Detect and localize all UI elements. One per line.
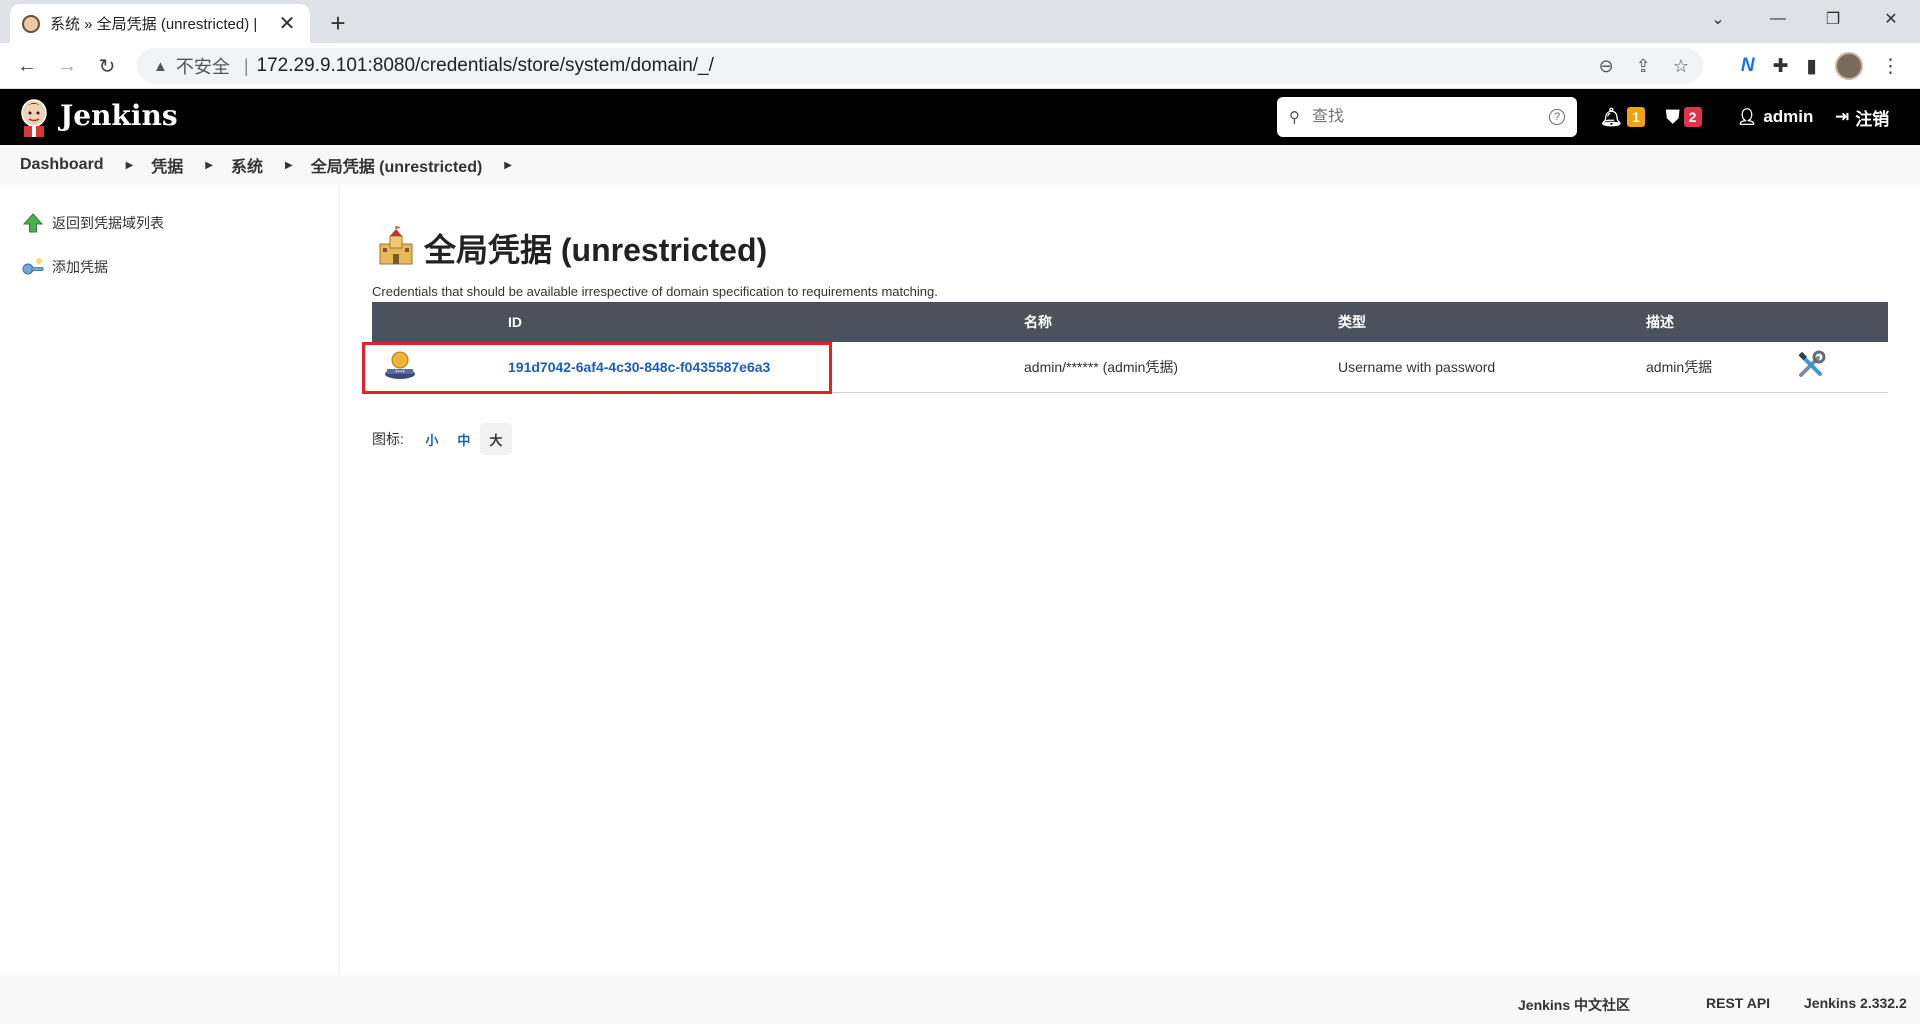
back-button[interactable]: ← (12, 51, 42, 81)
restore-window-button[interactable]: ❐ (1808, 0, 1858, 38)
tab-title: 系统 » 全局凭据 (unrestricted) | (50, 16, 258, 33)
insecure-label: 不安全 (175, 57, 230, 77)
table-header-description: 描述 (1646, 302, 1796, 342)
search-icon: ⚲ (1289, 109, 1300, 126)
table-header-type: 类型 (1338, 302, 1646, 342)
icon-size-label: 图标: (372, 431, 404, 447)
footer-version-link[interactable]: Jenkins 2.332.2 (1804, 995, 1907, 1011)
credential-actions-cell (1796, 342, 1888, 393)
jenkins-header: Jenkins ⚲ ? 🔔︎ 1 ⛊ 2 👤︎ admin ⇥ 注销 (0, 89, 1920, 145)
breadcrumb-dashboard[interactable]: Dashboard (20, 156, 104, 174)
page-footer: Jenkins 中文社区 REST API Jenkins 2.332.2 (0, 975, 1920, 1024)
logout-label: 注销 (1855, 109, 1890, 129)
share-icon[interactable]: ⇪ (1636, 56, 1651, 77)
url-text[interactable]: 172.29.9.101:8080/credentials/store/syst… (257, 55, 714, 77)
jenkins-favicon-icon (22, 14, 40, 33)
footer-rest-api-link[interactable]: REST API (1706, 995, 1770, 1011)
sidebar-item-add-credentials[interactable]: 添加凭据 (22, 255, 108, 279)
user-menu[interactable]: 👤︎ admin (1737, 105, 1813, 129)
breadcrumb-chevron-icon[interactable]: ▶ (205, 160, 213, 171)
side-panel-icon[interactable]: ▮ (1807, 55, 1817, 78)
jenkins-title[interactable]: Jenkins (60, 99, 178, 132)
icon-size-selector: 图标: 小 中 大 (372, 423, 512, 455)
highlight-annotation (362, 342, 832, 394)
footer-community-link[interactable]: Jenkins 中文社区 (1518, 995, 1630, 1015)
browser-menu-icon[interactable]: ⋮ (1881, 55, 1900, 78)
search-box[interactable]: ⚲ ? (1277, 97, 1577, 137)
security-button[interactable]: ⛊ 2 (1666, 105, 1702, 129)
sidebar-item-label: 添加凭据 (52, 259, 108, 275)
browser-tab-bar: 系统 » 全局凭据 (unrestricted) | ✕ + ⌄ — ❐ ✕ (0, 0, 1920, 43)
breadcrumb-global-credentials[interactable]: 全局凭据 (unrestricted) (311, 153, 483, 177)
breadcrumb-chevron-icon[interactable]: ▶ (126, 160, 134, 171)
key-icon (22, 256, 44, 278)
breadcrumb-credentials[interactable]: 凭据 (151, 153, 183, 177)
breadcrumb-system[interactable]: 系统 (231, 153, 263, 177)
close-window-button[interactable]: ✕ (1866, 0, 1916, 38)
jenkins-logo-icon[interactable] (18, 97, 50, 137)
search-help-icon[interactable]: ? (1549, 109, 1565, 125)
castle-icon (376, 225, 416, 271)
search-input[interactable] (1312, 108, 1549, 126)
tab-search-icon[interactable]: ⌄ (1693, 0, 1743, 38)
side-panel: 返回到凭据域列表 添加凭据 (0, 185, 340, 975)
bookmark-star-icon[interactable]: ☆ (1673, 56, 1689, 77)
shield-icon: ⛊ (1666, 106, 1680, 127)
table-header-icon (372, 302, 508, 342)
icon-size-large[interactable]: 大 (479, 423, 512, 455)
user-name: admin (1763, 107, 1814, 126)
notifications-badge: 1 (1626, 107, 1645, 127)
user-icon: 👤︎ (1737, 109, 1758, 126)
icon-size-small[interactable]: 小 (416, 423, 448, 455)
extension-n-icon[interactable]: N (1741, 55, 1755, 77)
reload-button[interactable]: ↻ (92, 51, 122, 81)
sidebar-item-back-to-domains[interactable]: 返回到凭据域列表 (22, 211, 164, 235)
breadcrumb-chevron-icon[interactable]: ▶ (285, 160, 293, 171)
configure-tools-icon[interactable] (1796, 350, 1826, 383)
forward-button[interactable]: → (52, 51, 82, 81)
tab-close-icon[interactable]: ✕ (276, 13, 298, 35)
up-arrow-icon (22, 212, 44, 234)
browser-toolbar: ← → ↻ ▲ 不安全 | 172.29.9.101:8080/credenti… (0, 43, 1920, 89)
sidebar-item-label: 返回到凭据域列表 (52, 215, 164, 231)
breadcrumb-chevron-icon[interactable]: ▶ (504, 160, 512, 171)
bell-icon: 🔔︎ (1600, 106, 1623, 127)
zoom-icon[interactable]: ⊖ (1599, 56, 1614, 77)
breadcrumb: Dashboard ▶ 凭据 ▶ 系统 ▶ 全局凭据 (unrestricted… (0, 145, 1920, 185)
address-separator: | (243, 55, 249, 76)
credential-type-cell: Username with password (1338, 342, 1646, 393)
extensions-puzzle-icon[interactable]: ✚ (1773, 55, 1789, 78)
minimize-window-button[interactable]: — (1753, 0, 1803, 38)
notifications-button[interactable]: 🔔︎ 1 (1600, 105, 1645, 129)
page-title: 全局凭据 (unrestricted) (424, 232, 768, 268)
table-header-name: 名称 (1024, 302, 1338, 342)
address-bar[interactable]: ▲ 不安全 | 172.29.9.101:8080/credentials/st… (137, 48, 1703, 84)
page-description: Credentials that should be available irr… (372, 284, 938, 299)
table-header-id: ID (508, 302, 1024, 342)
page-heading: 全局凭据 (unrestricted) (376, 225, 767, 271)
security-badge: 2 (1683, 107, 1702, 127)
logout-icon: ⇥ (1835, 107, 1850, 126)
credential-name-cell: admin/****** (admin凭据) (1024, 342, 1338, 393)
credential-description-cell: admin凭据 (1646, 342, 1796, 393)
warning-icon: ▲ (153, 57, 168, 75)
new-tab-button[interactable]: + (323, 8, 353, 38)
icon-size-medium[interactable]: 中 (448, 423, 480, 455)
browser-tab[interactable]: 系统 » 全局凭据 (unrestricted) | ✕ (10, 4, 310, 43)
table-header-row: ID 名称 类型 描述 (372, 302, 1888, 342)
logout-button[interactable]: ⇥ 注销 (1835, 105, 1889, 129)
profile-avatar-icon[interactable] (1835, 52, 1863, 80)
table-header-actions (1796, 302, 1888, 342)
